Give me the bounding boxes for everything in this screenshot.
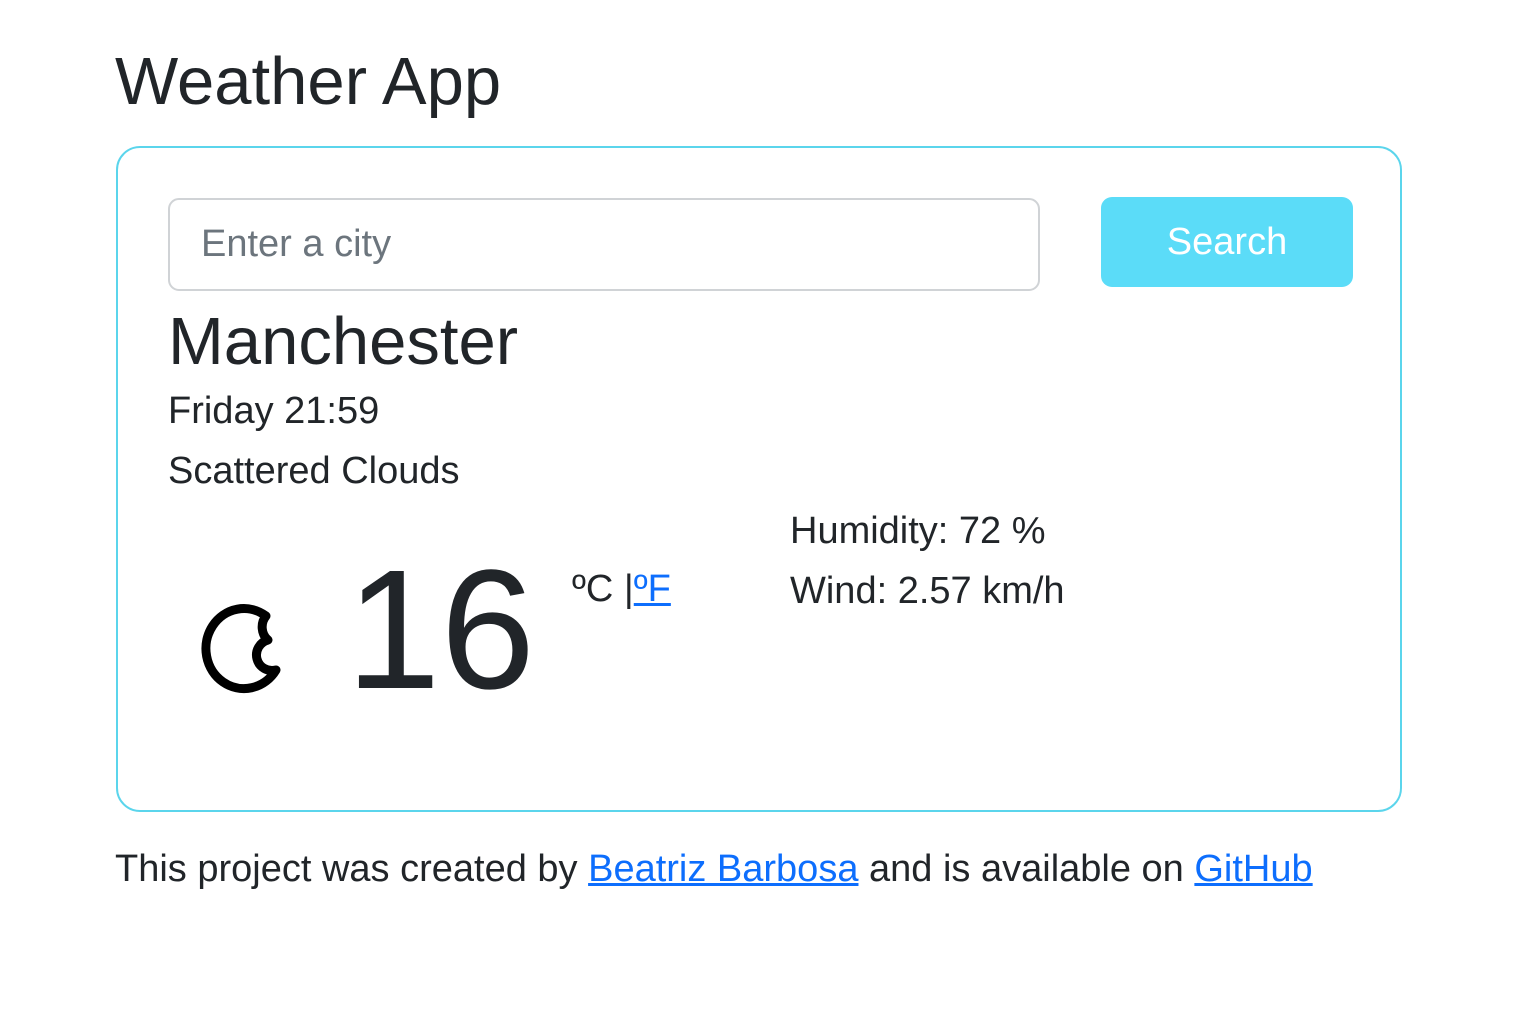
app-title: Weather App [115,44,502,119]
footer-credit: This project was created by Beatriz Barb… [115,846,1313,892]
celsius-label: ºC [572,568,614,610]
author-link[interactable]: Beatriz Barbosa [588,848,858,890]
date-time: Friday 21:59 [168,390,380,432]
wind-readout: Wind: 2.57 km/h [790,570,1065,612]
footer-text-before: This project was created by [115,848,589,890]
search-button[interactable]: Search [1101,197,1353,287]
page: Weather App Search Manchester Friday 21:… [0,0,1516,1024]
footer-text-middle: and is available on [858,848,1195,890]
city-search-input[interactable] [168,198,1040,291]
weather-description: Scattered Clouds [168,450,460,492]
temperature-value: 16 [346,535,536,725]
unit-toggle: ºC |ºF [572,566,671,612]
humidity-readout: Humidity: 72 % [790,510,1046,552]
github-link[interactable]: GitHub [1194,848,1312,890]
city-name: Manchester [168,304,519,379]
fahrenheit-link[interactable]: ºF [634,568,671,610]
moon-icon [196,594,288,694]
unit-separator: | [613,568,634,610]
